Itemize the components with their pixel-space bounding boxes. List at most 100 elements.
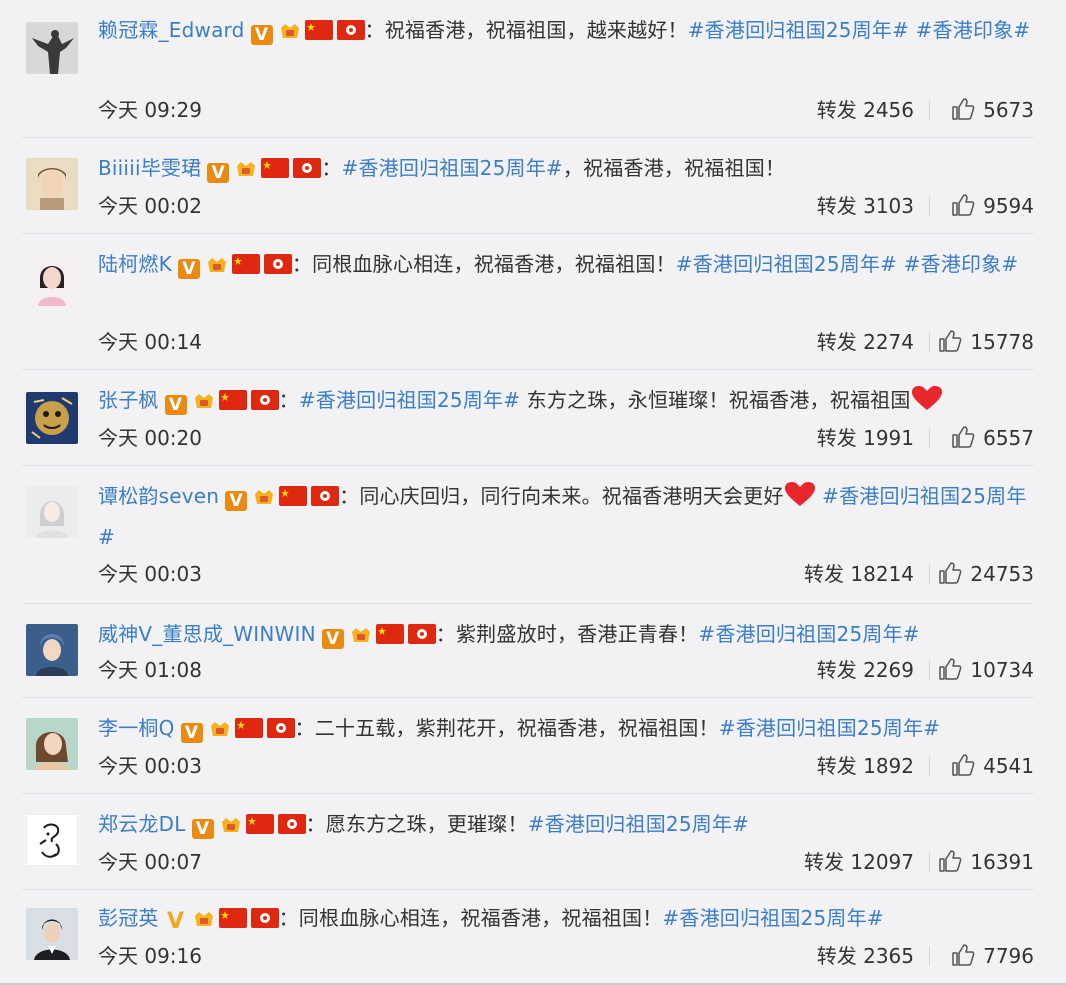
like-count: 7796 bbox=[983, 944, 1034, 968]
avatar[interactable] bbox=[26, 254, 78, 306]
comment-body: ：二十五载，紫荆花开，祝福香港，祝福祖国！ bbox=[294, 716, 719, 740]
username-link[interactable]: 威神V_董思成_WINWIN bbox=[98, 622, 316, 646]
comment-body: ：愿东方之珠，更璀璨！ bbox=[305, 812, 528, 836]
topic-link[interactable]: #香港回归祖国25周年# bbox=[719, 716, 940, 740]
verified-v-icon: V bbox=[225, 491, 248, 511]
username-link[interactable]: Biiiii毕雯珺 bbox=[98, 156, 201, 180]
like-button[interactable]: 7796 bbox=[951, 940, 1034, 972]
thumbs-up-icon bbox=[951, 753, 975, 777]
username-link[interactable]: 赖冠霖_Edward bbox=[98, 18, 245, 42]
topic-link[interactable]: #香港回归祖国25周年# #香港印象# bbox=[676, 252, 1019, 276]
like-button[interactable]: 16391 bbox=[938, 846, 1034, 878]
comment-item: 张子枫 V ：#香港回归祖国25周年# 东方之珠，永恒璀璨！祝福香港，祝福祖国 今天… bbox=[22, 370, 1034, 466]
thumbs-up-icon bbox=[951, 943, 975, 967]
like-count: 24753 bbox=[970, 562, 1034, 586]
comment-body: ：同根血脉心相连，祝福香港，祝福祖国！ bbox=[291, 252, 676, 276]
like-button[interactable]: 4541 bbox=[951, 750, 1034, 782]
comment-meta: 今天 00:07 转发 12097 16391 bbox=[98, 846, 1034, 878]
username-link[interactable]: 谭松韵seven bbox=[98, 484, 219, 508]
repost-button[interactable]: 转发 18214 bbox=[804, 558, 914, 590]
china-flag-icon bbox=[245, 814, 274, 834]
username-link[interactable]: 陆柯燃K bbox=[98, 252, 172, 276]
like-count: 5673 bbox=[983, 98, 1034, 122]
divider bbox=[929, 564, 930, 584]
comment-body: ： bbox=[321, 156, 342, 180]
avatar[interactable] bbox=[26, 624, 78, 676]
divider bbox=[929, 660, 930, 680]
username-link[interactable]: 李一桐Q bbox=[98, 716, 175, 740]
thumbs-up-icon bbox=[938, 657, 962, 681]
repost-button[interactable]: 转发 2274 bbox=[817, 326, 914, 358]
like-count: 6557 bbox=[983, 426, 1034, 450]
topic-link[interactable]: #香港回归祖国25周年# bbox=[299, 388, 520, 412]
comment-item: Biiiii毕雯珺 V ：#香港回归祖国25周年#，祝福香港，祝福祖国！ 今天 00… bbox=[22, 138, 1034, 234]
timestamp: 今天 00:14 bbox=[98, 330, 202, 354]
crown-fan-badge-icon bbox=[193, 390, 215, 410]
comment-item: 威神V_董思成_WINWIN V ：紫荆盛放时，香港正青春！#香港回归祖国25周年#… bbox=[22, 604, 1034, 698]
comment-body-after: 东方之珠，永恒璀璨！祝福香港，祝福祖国 bbox=[520, 388, 911, 412]
avatar[interactable] bbox=[26, 814, 78, 866]
comment-text: Biiiii毕雯珺 V ：#香港回归祖国25周年#，祝福香港，祝福祖国！ bbox=[98, 148, 1034, 189]
comment-body: ：祝福香港，祝福祖国，越来越好！ bbox=[364, 18, 688, 42]
crown-fan-badge-icon bbox=[350, 624, 372, 644]
repost-button[interactable]: 转发 3103 bbox=[817, 190, 914, 222]
timestamp: 今天 09:29 bbox=[98, 98, 202, 122]
like-button[interactable]: 9594 bbox=[951, 190, 1034, 222]
timestamp: 今天 01:08 bbox=[98, 658, 202, 682]
topic-link[interactable]: #香港回归祖国25周年# bbox=[698, 622, 919, 646]
like-button[interactable]: 6557 bbox=[951, 422, 1034, 454]
repost-button[interactable]: 转发 2456 bbox=[817, 94, 914, 126]
hong-kong-flag-icon bbox=[277, 814, 306, 834]
divider bbox=[929, 852, 930, 872]
avatar[interactable] bbox=[26, 908, 78, 960]
divider bbox=[929, 946, 930, 966]
verified-v-icon: V bbox=[207, 163, 230, 183]
topic-link[interactable]: #香港回归祖国25周年# bbox=[342, 156, 563, 180]
china-flag-icon bbox=[375, 624, 404, 644]
like-count: 10734 bbox=[970, 658, 1034, 682]
username-link[interactable]: 张子枫 bbox=[98, 388, 159, 412]
thumbs-up-icon bbox=[951, 425, 975, 449]
repost-button[interactable]: 转发 1892 bbox=[817, 750, 914, 782]
crown-fan-badge-icon bbox=[235, 158, 257, 178]
comment-body: ：同根血脉心相连，祝福香港，祝福祖国！ bbox=[278, 906, 663, 930]
comment-item: 彭冠英 V ：同根血脉心相连，祝福香港，祝福祖国！#香港回归祖国25周年# 今天 0… bbox=[22, 890, 1034, 983]
comment-meta: 今天 00:03 转发 18214 24753 bbox=[98, 558, 1034, 590]
like-button[interactable]: 10734 bbox=[938, 654, 1034, 686]
topic-link[interactable]: #香港回归祖国25周年# #香港印象# bbox=[688, 18, 1031, 42]
china-flag-icon bbox=[218, 390, 247, 410]
comment-meta: 今天 00:20 转发 1991 6557 bbox=[98, 422, 1034, 454]
repost-button[interactable]: 转发 1991 bbox=[817, 422, 914, 454]
avatar[interactable] bbox=[26, 392, 78, 444]
china-flag-icon bbox=[279, 486, 308, 506]
topic-link[interactable]: #香港回归祖国25周年# bbox=[662, 906, 883, 930]
avatar[interactable] bbox=[26, 718, 78, 770]
thumbs-up-icon bbox=[951, 193, 975, 217]
china-flag-icon bbox=[304, 20, 333, 40]
repost-button[interactable]: 转发 2365 bbox=[817, 940, 914, 972]
verified-v-icon: V bbox=[180, 723, 203, 743]
comment-meta: 今天 00:02 转发 3103 9594 bbox=[98, 190, 1034, 222]
hong-kong-flag-icon bbox=[263, 254, 292, 274]
hong-kong-flag-icon bbox=[293, 158, 322, 178]
like-button[interactable]: 15778 bbox=[938, 326, 1034, 358]
comment-body: ： bbox=[278, 388, 299, 412]
comment-meta: 今天 09:29 转发 2456 5673 bbox=[98, 94, 1034, 126]
thumbs-up-icon bbox=[938, 849, 962, 873]
username-link[interactable]: 郑云龙DL bbox=[98, 812, 186, 836]
topic-link[interactable]: #香港回归祖国25周年# bbox=[528, 812, 749, 836]
repost-button[interactable]: 转发 2269 bbox=[817, 654, 914, 686]
repost-button[interactable]: 转发 12097 bbox=[804, 846, 914, 878]
avatar[interactable] bbox=[26, 486, 78, 538]
thumbs-up-icon bbox=[938, 561, 962, 585]
like-button[interactable]: 5673 bbox=[951, 94, 1034, 126]
crown-fan-badge-icon bbox=[279, 20, 301, 40]
comment-item: 赖冠霖_Edward V ：祝福香港，祝福祖国，越来越好！#香港回归祖国25周年# … bbox=[22, 0, 1034, 138]
avatar[interactable] bbox=[26, 158, 78, 210]
comment-meta: 今天 00:03 转发 1892 4541 bbox=[98, 750, 1034, 782]
like-button[interactable]: 24753 bbox=[938, 558, 1034, 590]
avatar[interactable] bbox=[26, 22, 78, 74]
timestamp: 今天 00:03 bbox=[98, 562, 202, 586]
verified-v-icon: V bbox=[321, 629, 344, 649]
username-link[interactable]: 彭冠英 bbox=[98, 906, 159, 930]
